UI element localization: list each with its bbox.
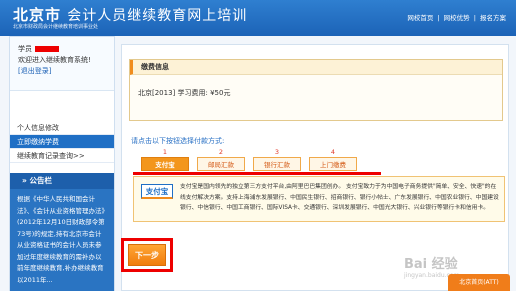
alipay-description: 支付宝是国内领先的独立第三方支付平台,由阿里巴巴集团创办。 支付宝致力于为中国电… <box>180 184 499 211</box>
logo-main: 北京市 <box>13 6 62 24</box>
site-logo[interactable]: 北京市 会计人员继续教育网上培训 <box>13 4 247 25</box>
bulletin-title: » 公告栏 <box>10 173 114 189</box>
alipay-info-panel: 支付宝 支付宝是国内领先的独立第三方支付平台,由阿里巴巴集团创办。 支付宝致力于… <box>133 176 505 222</box>
tab-label: 上门缴费 <box>309 157 357 171</box>
tab-label: 邮局汇款 <box>197 157 245 171</box>
sidebar-item-profile[interactable]: 个人信息修改 <box>10 121 114 135</box>
login-box: 学员 欢迎进入继续教育系统! [退出登录] <box>10 37 114 91</box>
logo-sub: 会计人员继续教育网上培训 <box>67 8 248 24</box>
fee-info-detail: 北京[2013] 学习费用: ¥50元 <box>138 89 231 97</box>
fee-info-title: 缴费信息 <box>130 60 502 75</box>
tab-label: 银行汇款 <box>253 157 301 171</box>
bulletin-board: » 公告栏 根据《中华人民共和国会计法》、《会计从业资格管理办法》(2012年1… <box>10 173 114 291</box>
sidebar-menu: 个人信息修改 立即缴纳学费 继续教育记录查询>> <box>10 121 114 163</box>
tab-label: 支付宝 <box>141 157 189 171</box>
welcome-text: 欢迎进入继续教育系统! <box>18 56 91 64</box>
tab-onsite-pay[interactable]: 4 上门缴费 <box>309 148 357 171</box>
alipay-logo: 支付宝 <box>141 184 173 199</box>
fee-info-panel: 缴费信息 北京[2013] 学习费用: ¥50元 <box>129 59 503 121</box>
nav-advantage-link[interactable]: 网校优势 <box>444 14 470 22</box>
top-nav: 网校首页 | 网校优势 | 报名方案 <box>407 14 506 22</box>
tab-number: 3 <box>274 148 280 156</box>
nav-enroll-link[interactable]: 报名方案 <box>480 14 506 22</box>
payment-prompt: 请点击以下按钮选择付款方式: <box>131 137 225 145</box>
tab-bank-remit[interactable]: 3 银行汇款 <box>253 148 301 171</box>
tab-number: 2 <box>218 148 224 156</box>
site-header: 北京市 会计人员继续教育网上培训 北京市财政局会计继续教育培训事业处 网校首页 … <box>0 0 516 36</box>
tab-alipay[interactable]: 1 支付宝 <box>141 148 189 171</box>
sidebar-item-pay-fee[interactable]: 立即缴纳学费 <box>10 135 114 149</box>
tab-number: 1 <box>162 148 168 156</box>
sidebar-item-records[interactable]: 继续教育记录查询>> <box>10 149 114 163</box>
redacted-name <box>35 46 59 52</box>
highlight-underline <box>133 172 381 175</box>
tab-postal-remit[interactable]: 2 邮局汇款 <box>197 148 245 171</box>
nav-home-link[interactable]: 网校首页 <box>407 14 433 22</box>
logout-link[interactable]: [退出登录] <box>18 66 106 77</box>
corner-tab-button[interactable]: 北京首页(ATT) <box>448 274 510 291</box>
student-label: 学员 <box>18 45 32 53</box>
next-step-button[interactable]: 下一步 <box>128 244 166 266</box>
bulletin-text: 根据《中华人民共和国会计法》、《会计从业资格管理办法》(2012年12月10日财… <box>17 195 105 284</box>
watermark-main: Bai 经验 <box>404 257 458 272</box>
tab-number: 4 <box>330 148 336 156</box>
sidebar: 学员 欢迎进入继续教育系统! [退出登录] 个人信息修改 立即缴纳学费 继续教育… <box>9 36 115 291</box>
site-subtitle: 北京市财政局会计继续教育培训事业处 <box>13 24 99 30</box>
